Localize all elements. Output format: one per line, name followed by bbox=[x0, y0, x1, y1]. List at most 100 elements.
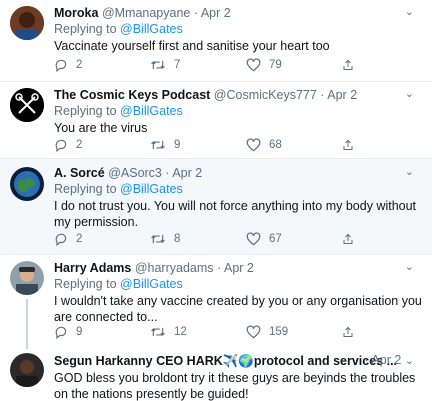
retweet-icon bbox=[151, 327, 165, 337]
reply-button[interactable]: 2 bbox=[54, 58, 150, 72]
share-button[interactable] bbox=[342, 325, 362, 339]
avatar[interactable] bbox=[10, 261, 44, 295]
chevron-down-icon[interactable]: ⌄ bbox=[405, 355, 414, 367]
tweet-text: You are the virus bbox=[54, 121, 148, 135]
tweet-harry-adams[interactable]: Harry Adams @harryadams · Apr 2 ⌄ Replyi… bbox=[0, 255, 432, 355]
like-button[interactable]: 159 bbox=[246, 325, 342, 339]
retweet-count: 8 bbox=[174, 233, 181, 245]
avatar[interactable] bbox=[10, 167, 44, 201]
heart-icon bbox=[246, 138, 261, 152]
retweet-icon bbox=[151, 140, 165, 150]
tweet-text: GOD bless you broldont try it these guys… bbox=[54, 371, 416, 401]
chevron-down-icon[interactable]: ⌄ bbox=[405, 87, 414, 100]
user-handle[interactable]: @CosmicKeys777 bbox=[214, 88, 317, 102]
avatar[interactable] bbox=[10, 88, 44, 122]
avatar[interactable] bbox=[10, 353, 44, 387]
replying-to: Replying to @BillGates bbox=[54, 103, 424, 119]
like-count: 67 bbox=[269, 233, 282, 245]
separator-dot: · bbox=[217, 261, 222, 275]
tweet-date-wrap: · Apr 2 ⌄ bbox=[364, 353, 414, 367]
tweet-header: Harry Adams @harryadams · Apr 2 bbox=[54, 260, 424, 276]
replying-label: Replying to bbox=[54, 277, 117, 291]
retweet-icon bbox=[151, 234, 165, 244]
display-name[interactable]: Harry Adams bbox=[54, 261, 131, 275]
retweet-icon bbox=[151, 60, 165, 70]
mention-link[interactable]: @BillGates bbox=[120, 277, 183, 291]
retweet-button[interactable]: 9 bbox=[150, 138, 246, 152]
reply-count: 9 bbox=[76, 326, 83, 338]
reply-count: 2 bbox=[76, 233, 83, 245]
mention-link[interactable]: @BillGates bbox=[120, 104, 183, 118]
user-handle[interactable]: @Mmanapyane bbox=[102, 6, 190, 20]
avatar[interactable] bbox=[10, 6, 44, 40]
reply-count: 2 bbox=[76, 59, 83, 71]
tweet-text: I do not trust you. You will not force a… bbox=[54, 199, 417, 229]
heart-icon bbox=[246, 58, 261, 72]
replying-to: Replying to @BillGates bbox=[54, 21, 424, 37]
retweet-button[interactable]: 8 bbox=[150, 232, 246, 246]
reply-button[interactable]: 2 bbox=[54, 232, 150, 246]
tweet-header: The Cosmic Keys Podcast @CosmicKeys777 ·… bbox=[54, 87, 424, 103]
reply-icon bbox=[55, 233, 67, 246]
reply-button[interactable]: 2 bbox=[54, 138, 150, 152]
replying-label: Replying to bbox=[54, 22, 117, 36]
tweet-segun-harkanny[interactable]: Segun Harkanny CEO HARK✈️🌍protocol and s… bbox=[0, 349, 432, 401]
share-button[interactable] bbox=[342, 232, 362, 246]
share-button[interactable] bbox=[342, 138, 362, 152]
like-count: 159 bbox=[269, 326, 289, 338]
retweet-button[interactable]: 7 bbox=[150, 58, 246, 72]
reply-button[interactable]: 9 bbox=[54, 325, 150, 339]
tweet-cosmic-keys[interactable]: The Cosmic Keys Podcast @CosmicKeys777 ·… bbox=[0, 82, 432, 159]
retweet-count: 9 bbox=[174, 139, 181, 151]
retweet-count: 7 bbox=[174, 59, 181, 71]
retweet-button[interactable]: 12 bbox=[150, 325, 246, 339]
like-count: 79 bbox=[269, 59, 282, 71]
user-handle[interactable]: @harryadams bbox=[135, 261, 214, 275]
tweet-date[interactable]: Apr 2 bbox=[224, 261, 254, 275]
user-handle[interactable]: @ASorc3 bbox=[108, 166, 162, 180]
heart-icon bbox=[246, 325, 261, 339]
separator-dot: · bbox=[165, 166, 170, 180]
tweet-date[interactable]: Apr 2 bbox=[371, 353, 401, 367]
reply-icon bbox=[55, 139, 67, 152]
share-button[interactable] bbox=[342, 58, 362, 72]
tweet-asorce[interactable]: A. Sorcé @ASorc3 · Apr 2 ⌄ Replying to @… bbox=[0, 159, 432, 255]
separator-dot: · bbox=[193, 6, 199, 20]
separator-dot: · bbox=[320, 88, 325, 102]
display-name[interactable]: A. Sorcé bbox=[54, 166, 105, 180]
display-name[interactable]: Moroka bbox=[54, 6, 98, 20]
replying-to: Replying to @BillGates bbox=[54, 276, 424, 292]
tweet-date[interactable]: Apr 2 bbox=[172, 166, 202, 180]
share-icon bbox=[343, 59, 353, 70]
chevron-down-icon[interactable]: ⌄ bbox=[405, 260, 414, 273]
tweet-text: Vaccinate yourself first and sanitise yo… bbox=[54, 39, 330, 53]
retweet-count: 12 bbox=[174, 326, 187, 338]
tweet-text: I wouldn't take any vaccine created by y… bbox=[54, 294, 422, 324]
tweet-header: Moroka @Mmanapyane · Apr 2 bbox=[54, 5, 424, 21]
like-button[interactable]: 67 bbox=[246, 232, 342, 246]
tweet-date[interactable]: Apr 2 bbox=[201, 6, 231, 20]
replying-label: Replying to bbox=[54, 182, 117, 196]
share-icon bbox=[343, 139, 353, 150]
like-count: 68 bbox=[269, 139, 282, 151]
replying-to: Replying to @BillGates bbox=[54, 181, 424, 197]
heart-icon bbox=[246, 232, 261, 246]
thread-line bbox=[26, 299, 28, 355]
replying-label: Replying to bbox=[54, 104, 117, 118]
chevron-down-icon[interactable]: ⌄ bbox=[405, 5, 414, 18]
display-name[interactable]: Segun Harkanny CEO HARK✈️🌍protocol and s… bbox=[54, 354, 397, 368]
reply-count: 2 bbox=[76, 139, 83, 151]
reply-icon bbox=[55, 59, 67, 72]
reply-icon bbox=[55, 326, 67, 339]
tweet-moroka[interactable]: Moroka @Mmanapyane · Apr 2 ⌄ Replying to… bbox=[0, 0, 432, 82]
display-name[interactable]: The Cosmic Keys Podcast bbox=[54, 88, 210, 102]
share-icon bbox=[343, 233, 353, 244]
separator-dot: · bbox=[364, 353, 369, 367]
mention-link[interactable]: @BillGates bbox=[120, 22, 183, 36]
tweet-date[interactable]: Apr 2 bbox=[327, 88, 357, 102]
mention-link[interactable]: @BillGates bbox=[120, 182, 183, 196]
chevron-down-icon[interactable]: ⌄ bbox=[405, 165, 414, 178]
like-button[interactable]: 79 bbox=[246, 58, 342, 72]
tweet-header: A. Sorcé @ASorc3 · Apr 2 bbox=[54, 165, 424, 181]
like-button[interactable]: 68 bbox=[246, 138, 342, 152]
